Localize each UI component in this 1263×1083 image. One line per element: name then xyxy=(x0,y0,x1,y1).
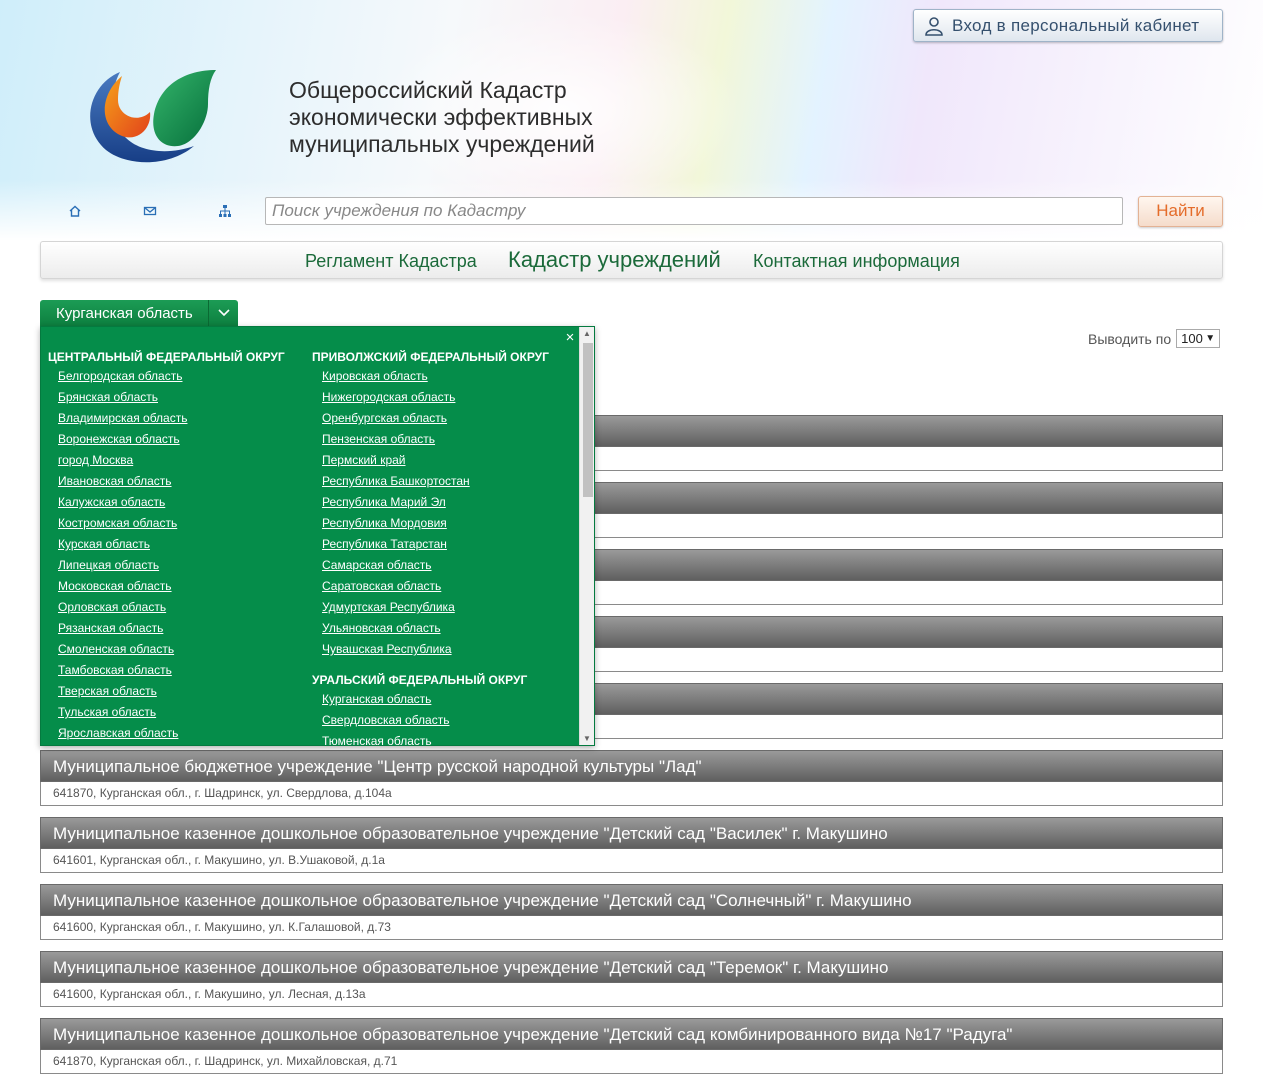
user-icon xyxy=(925,16,943,36)
region-link[interactable]: Рязанская область xyxy=(48,621,285,642)
region-link[interactable]: Пензенская область xyxy=(312,432,549,453)
region-link[interactable]: Орловская область xyxy=(48,600,285,621)
region-link[interactable]: Оренбургская область xyxy=(312,411,549,432)
record-title[interactable]: Муниципальное казенное дошкольное образо… xyxy=(40,884,1223,916)
record-item: Муниципальное казенное дошкольное образо… xyxy=(40,817,1223,873)
nav-item-cadastre[interactable]: Кадастр учреждений xyxy=(508,247,721,273)
per-page-value: 100 xyxy=(1181,331,1203,346)
record-item: Муниципальное казенное дошкольное образо… xyxy=(40,951,1223,1007)
record-item: Муниципальное казенное дошкольное образо… xyxy=(40,1018,1223,1074)
logo xyxy=(90,70,216,163)
dropdown-scrollbar[interactable]: ▲ ▼ xyxy=(579,327,594,745)
main-nav: Регламент Кадастра Кадастр учреждений Ко… xyxy=(40,241,1223,279)
nav-item-contacts[interactable]: Контактная информация xyxy=(753,251,960,272)
region-link[interactable]: Белгородская область xyxy=(48,369,285,390)
region-link[interactable]: Республика Мордовия xyxy=(312,516,549,537)
home-icon[interactable] xyxy=(68,204,82,218)
login-label: Вход в персональный кабинет xyxy=(952,15,1200,35)
site-title-line: Общероссийский Кадастр xyxy=(289,77,567,103)
per-page-control: Выводить по 100 ▼ xyxy=(1088,329,1221,348)
region-link[interactable]: Московская область xyxy=(48,579,285,600)
region-dropdown: × Центральный федеральный округ Белгородс… xyxy=(40,326,595,746)
region-link[interactable]: Владимирская область xyxy=(48,411,285,432)
scrollbar-thumb[interactable] xyxy=(583,343,593,497)
region-link[interactable]: Пермский край xyxy=(312,453,549,474)
record-address: 641600, Курганская обл., г. Макушино, ул… xyxy=(40,916,1223,940)
search-input[interactable] xyxy=(265,197,1123,225)
district-heading: Уральский федеральный округ xyxy=(312,673,528,687)
region-link[interactable]: Курская область xyxy=(48,537,285,558)
region-link[interactable]: Ярославская область xyxy=(48,726,285,745)
region-link[interactable]: Липецкая область xyxy=(48,558,285,579)
region-link[interactable]: Нижегородская область xyxy=(312,390,549,411)
district-heading: Центральный федеральный округ xyxy=(48,350,285,364)
record-item: Муниципальное бюджетное учреждение "Цент… xyxy=(40,750,1223,806)
region-link[interactable]: Республика Татарстан xyxy=(312,537,549,558)
region-link[interactable]: Калужская область xyxy=(48,495,285,516)
record-title[interactable]: Муниципальное казенное дошкольное образо… xyxy=(40,951,1223,983)
region-link[interactable]: Саратовская область xyxy=(312,579,549,600)
region-link[interactable]: Воронежская область xyxy=(48,432,285,453)
region-link[interactable]: Курганская область xyxy=(312,692,549,713)
region-link[interactable]: Тамбовская область xyxy=(48,663,285,684)
record-title[interactable]: Муниципальное казенное дошкольное образо… xyxy=(40,1018,1223,1050)
region-link[interactable]: Республика Башкортостан xyxy=(312,474,549,495)
per-page-select[interactable]: 100 ▼ xyxy=(1176,329,1221,348)
region-link[interactable]: Ульяновская область xyxy=(312,621,549,642)
scroll-up-icon[interactable]: ▲ xyxy=(583,329,591,338)
record-address: 641601, Курганская обл., г. Макушино, ул… xyxy=(40,849,1223,873)
region-select[interactable]: Курганская область xyxy=(40,300,238,326)
region-link[interactable]: Брянская область xyxy=(48,390,285,411)
per-page-label: Выводить по xyxy=(1088,330,1172,347)
region-link[interactable]: Костромская область xyxy=(48,516,285,537)
find-button[interactable]: Найти xyxy=(1138,196,1223,227)
region-link[interactable]: Тульская область xyxy=(48,705,285,726)
region-link[interactable]: Тюменская область xyxy=(312,734,549,745)
region-link[interactable]: Самарская область xyxy=(312,558,549,579)
region-link[interactable]: Свердловская область xyxy=(312,713,549,734)
district-column: Приволжский федеральный округ Кировская о… xyxy=(312,349,549,745)
region-link[interactable]: Республика Марий Эл xyxy=(312,495,549,516)
record-address: 641870, Курганская обл., г. Шадринск, ул… xyxy=(40,1050,1223,1074)
region-link[interactable]: Чувашская Республика xyxy=(312,642,549,663)
district-column: Центральный федеральный округ Белгородска… xyxy=(48,349,285,745)
record-title[interactable]: Муниципальное казенное дошкольное образо… xyxy=(40,817,1223,849)
site-title-line: муниципальных учреждений xyxy=(289,131,595,157)
region-link[interactable]: Тверская область xyxy=(48,684,285,705)
record-title[interactable]: Муниципальное бюджетное учреждение "Цент… xyxy=(40,750,1223,782)
nav-item-regulations[interactable]: Регламент Кадастра xyxy=(305,251,477,272)
region-link[interactable]: город Москва xyxy=(48,453,285,474)
region-select-label: Курганская область xyxy=(56,304,193,322)
sitemap-icon[interactable] xyxy=(218,204,232,218)
scroll-down-icon[interactable]: ▼ xyxy=(583,734,591,743)
record-item: Муниципальное казенное дошкольное образо… xyxy=(40,884,1223,940)
region-link[interactable]: Кировская область xyxy=(312,369,549,390)
dropdown-arrow-icon: ▼ xyxy=(1205,333,1216,344)
record-address: 641870, Курганская обл., г. Шадринск, ул… xyxy=(40,782,1223,806)
site-title: Общероссийский Кадастр экономически эффе… xyxy=(289,77,595,158)
district-heading: Приволжский федеральный округ xyxy=(312,350,549,364)
mail-icon[interactable] xyxy=(143,204,157,218)
region-link[interactable]: Ивановская область xyxy=(48,474,285,495)
site-title-line: экономически эффективных xyxy=(289,104,593,130)
record-address: 641600, Курганская обл., г. Макушино, ул… xyxy=(40,983,1223,1007)
region-link[interactable]: Удмуртская Республика xyxy=(312,600,549,621)
chevron-down-icon[interactable] xyxy=(208,300,238,326)
login-button[interactable]: Вход в персональный кабинет xyxy=(913,9,1223,42)
region-link[interactable]: Смоленская область xyxy=(48,642,285,663)
close-icon[interactable]: × xyxy=(563,329,577,346)
